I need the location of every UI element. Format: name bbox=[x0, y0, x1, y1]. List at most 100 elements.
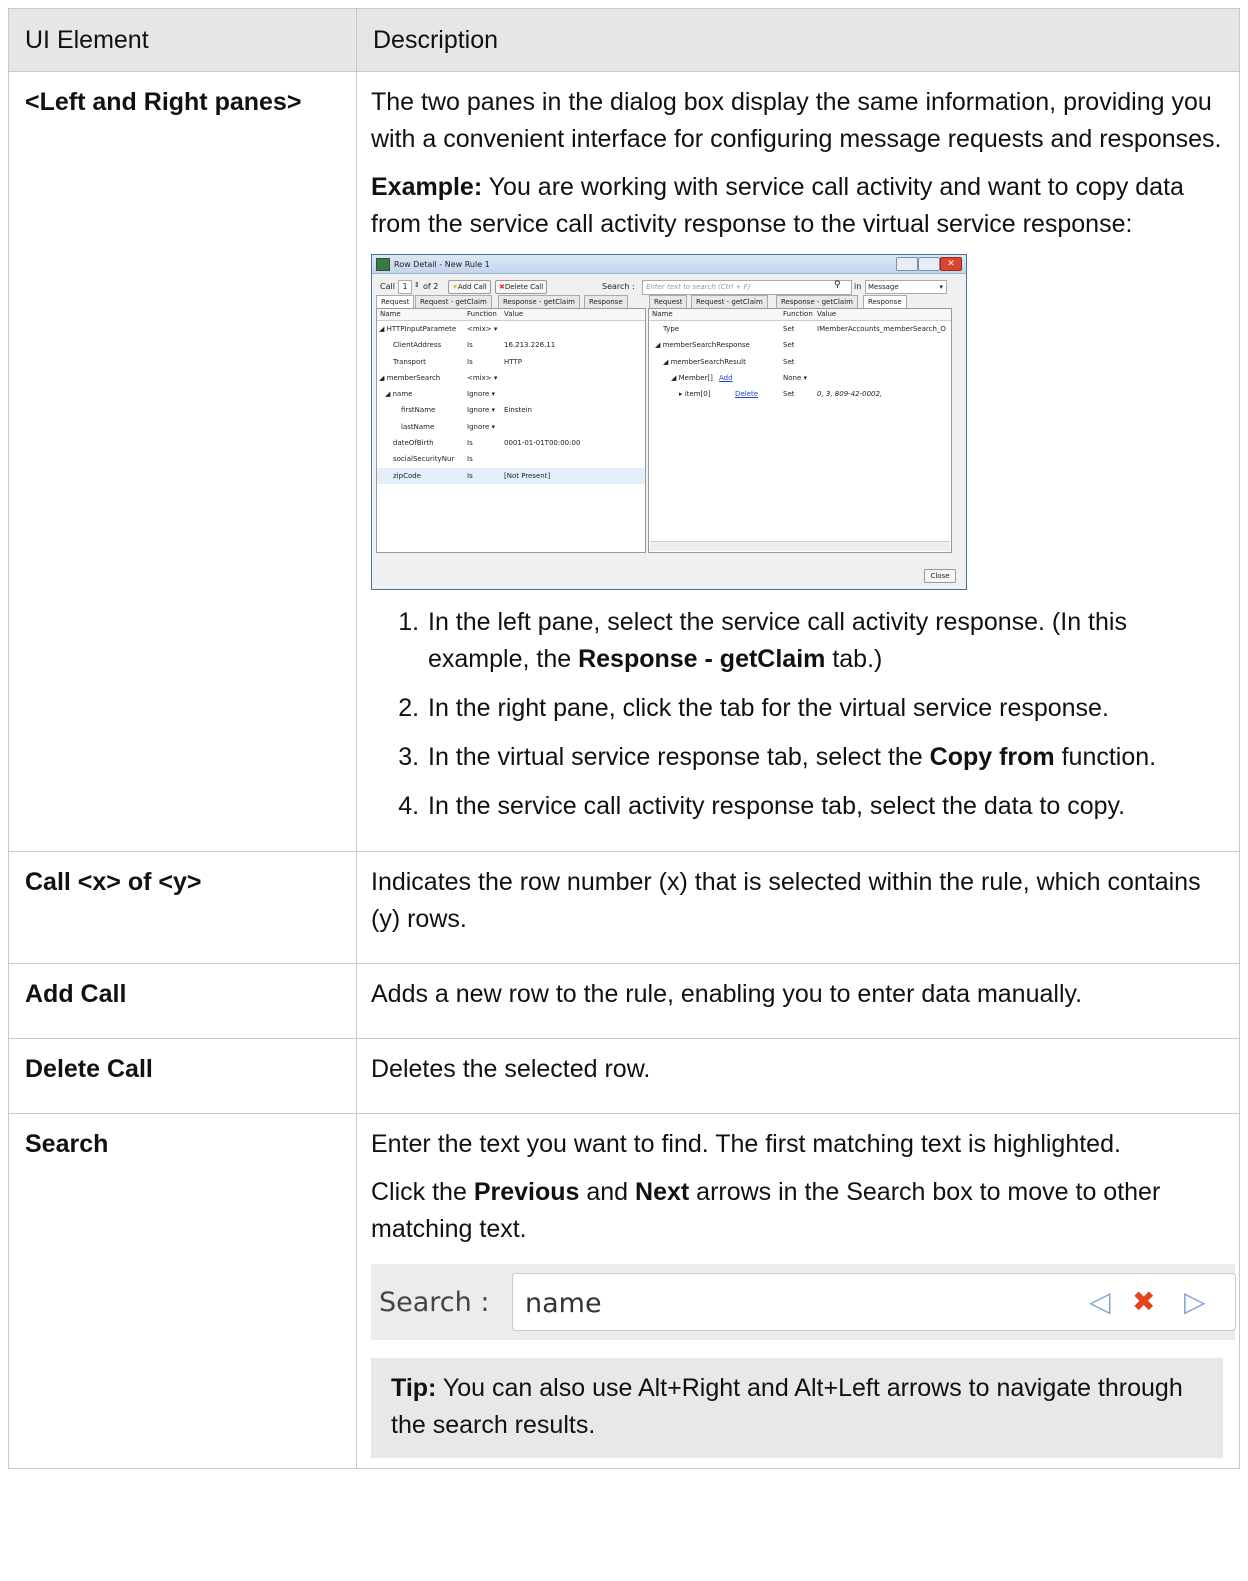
table-row: Add Call Adds a new row to the rule, ena… bbox=[8, 963, 1240, 1039]
list-item: In the virtual service response tab, sel… bbox=[426, 739, 1227, 776]
table-header-row: UI Element Description bbox=[8, 8, 1240, 72]
header-description: Description bbox=[356, 8, 1240, 72]
app-icon bbox=[376, 258, 390, 271]
list-item: ◢ name Ignore ▾ bbox=[377, 386, 645, 402]
description-text: The two panes in the dialog box display … bbox=[371, 88, 1222, 153]
of-label: of 2 bbox=[423, 282, 439, 291]
delete-call-button: ✖Delete Call bbox=[495, 280, 548, 294]
description-cell: Indicates the row number (x) that is sel… bbox=[356, 851, 1240, 964]
list-item: In the left pane, select the service cal… bbox=[426, 604, 1227, 678]
tip-text: You can also use Alt+Right and Alt+Left … bbox=[391, 1374, 1183, 1439]
tab-request-getclaim: Request - getClaim bbox=[691, 295, 768, 308]
tab-request-getclaim: Request - getClaim bbox=[415, 295, 492, 308]
navigation-paragraph: Click the Previous and Next arrows in th… bbox=[371, 1174, 1227, 1248]
element-cell: <Left and Right panes> bbox=[8, 71, 357, 852]
dialog-titlebar: Row Detail - New Rule 1 ✕ bbox=[372, 255, 966, 274]
row-function: Set bbox=[783, 390, 795, 399]
row-function: Ignore ▾ bbox=[467, 390, 495, 399]
row-name: ◢ memberSearch bbox=[379, 373, 441, 382]
scope-value: Message bbox=[868, 283, 899, 291]
list-item: Type Set IMemberAccounts_memberSearch_O bbox=[649, 321, 951, 337]
row-function: Set bbox=[783, 325, 795, 333]
description-cell: The two panes in the dialog box display … bbox=[356, 71, 1240, 852]
row-function: Set bbox=[783, 357, 795, 366]
description-text: Deletes the selected row. bbox=[371, 1055, 651, 1083]
list-item: lastName Ignore ▾ bbox=[377, 419, 645, 435]
add-call-label: Add Call bbox=[457, 283, 487, 291]
search-icon: ⚲ bbox=[834, 280, 841, 290]
list-item: Transport Is HTTP bbox=[377, 354, 645, 370]
list-item: ▸ item[0] Delete Set 0, 3, 809-42-0002, bbox=[649, 386, 951, 402]
row-name: ◢ name bbox=[385, 390, 413, 399]
minimize-icon bbox=[896, 257, 918, 271]
row-name: ◢ Member[] bbox=[671, 373, 713, 382]
description-cell: Adds a new row to the rule, enabling you… bbox=[356, 963, 1240, 1039]
previous-label: Previous bbox=[473, 1178, 580, 1206]
col-function: Function bbox=[783, 310, 813, 318]
col-value: Value bbox=[817, 310, 837, 318]
next-arrow-icon: ▷ bbox=[1184, 1285, 1206, 1318]
element-name: Add Call bbox=[25, 980, 127, 1008]
row-name: socialSecurityNur bbox=[393, 455, 455, 464]
example-text: You are working with service call activi… bbox=[371, 173, 1184, 238]
row-function: Is bbox=[467, 357, 473, 366]
step-bold: Copy from bbox=[929, 743, 1055, 771]
row-name: Type bbox=[663, 325, 680, 333]
element-cell: Add Call bbox=[8, 963, 357, 1039]
row-value: Einstein bbox=[504, 406, 532, 415]
description-cell: Deletes the selected row. bbox=[356, 1038, 1240, 1114]
col-value: Value bbox=[504, 310, 524, 318]
search-box-screenshot: Search : name ◁ ✖ ▷ bbox=[371, 1264, 1236, 1340]
right-rows: Type Set IMemberAccounts_memberSearch_O ◢ m… bbox=[649, 321, 951, 402]
description-cell: Enter the text you want to find. The fir… bbox=[356, 1113, 1240, 1469]
scope-select: Message ▾ bbox=[865, 280, 947, 294]
dialog-toolbar: Call 1 ⇕ of 2 ✶Add Call ✖Delete Call Sea… bbox=[380, 280, 958, 296]
next-label: Next bbox=[635, 1178, 690, 1206]
maximize-icon bbox=[918, 257, 940, 271]
example-label: Example: bbox=[371, 173, 483, 201]
row-function: <mix> ▾ bbox=[467, 325, 498, 333]
table-row: Search Enter the text you want to find. … bbox=[8, 1113, 1240, 1469]
clear-icon: ✖ bbox=[1132, 1285, 1156, 1318]
row-function: Is bbox=[467, 439, 473, 448]
text: and bbox=[579, 1178, 636, 1206]
row-function: Ignore ▾ bbox=[467, 422, 495, 431]
element-name: Search bbox=[25, 1130, 109, 1158]
table-row: Call <x> of <y> Indicates the row number… bbox=[8, 851, 1240, 964]
row-function: None ▾ bbox=[783, 373, 808, 382]
search-input: name ◁ ✖ ▷ bbox=[512, 1273, 1236, 1331]
row-detail-dialog-screenshot: Row Detail - New Rule 1 ✕ Call 1 ⇕ of 2 … bbox=[371, 254, 967, 590]
row-value: HTTP bbox=[504, 357, 522, 366]
row-value: 0, 3, 809-42-0002, bbox=[817, 390, 883, 399]
list-item: In the service call activity response ta… bbox=[426, 788, 1227, 825]
ui-elements-table: UI Element Description <Left and Right p… bbox=[8, 8, 1240, 1469]
row-name: firstName bbox=[401, 406, 436, 415]
element-cell: Search bbox=[8, 1113, 357, 1469]
delete-link: Delete bbox=[735, 390, 758, 399]
search-label: Search : bbox=[379, 1287, 490, 1318]
right-pane: Name Function Value Type Set IMemberAccoun… bbox=[648, 308, 952, 553]
list-item: ◢ Member[] Add None ▾ bbox=[649, 370, 951, 386]
in-label: in bbox=[854, 282, 862, 291]
left-pane: Name Function Value ◢ HTTPInputParamete <… bbox=[376, 308, 646, 553]
step-text-end: function. bbox=[1054, 743, 1157, 771]
row-function: Is bbox=[467, 455, 473, 464]
element-name: Call <x> of <y> bbox=[25, 868, 202, 896]
list-item: firstName Ignore ▾ Einstein bbox=[377, 402, 645, 418]
row-function: Set bbox=[783, 341, 795, 350]
stepper-icon: ⇕ bbox=[414, 281, 420, 289]
call-label: Call bbox=[380, 282, 395, 291]
row-name: zipCode bbox=[393, 471, 421, 480]
tab-response: Response bbox=[584, 295, 628, 308]
list-item: socialSecurityNur Is bbox=[377, 451, 645, 467]
row-function: Ignore ▾ bbox=[467, 406, 495, 415]
previous-arrow-icon: ◁ bbox=[1089, 1285, 1111, 1318]
tab-response: Response bbox=[863, 295, 907, 309]
description-text: Indicates the row number (x) that is sel… bbox=[371, 868, 1201, 933]
tab-response-getclaim: Response - getClaim bbox=[498, 295, 580, 308]
row-function: Is bbox=[467, 341, 473, 350]
chevron-down-icon: ▾ bbox=[939, 283, 943, 291]
tab-response-getclaim: Response - getClaim bbox=[776, 295, 858, 308]
row-value: [Not Present] bbox=[504, 471, 551, 480]
search-label: Search : bbox=[602, 282, 635, 291]
